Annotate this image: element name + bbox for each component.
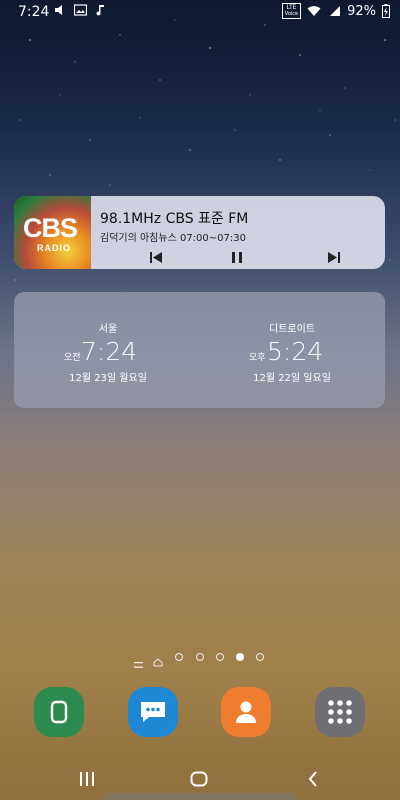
wifi-icon bbox=[307, 6, 321, 16]
volte-bottom-label: Voice bbox=[284, 11, 299, 17]
logo-subtext: RADIO bbox=[37, 243, 71, 253]
back-icon bbox=[308, 771, 317, 787]
image-icon bbox=[74, 4, 87, 16]
clock-time-detroit: 5:24 bbox=[267, 337, 324, 366]
previous-button[interactable] bbox=[148, 251, 164, 263]
message-bubble-icon bbox=[141, 702, 165, 722]
page-dot[interactable] bbox=[196, 653, 204, 661]
gesture-handle bbox=[104, 793, 296, 800]
clock-ampm-detroit: 오후 bbox=[249, 353, 266, 363]
battery-charging-icon bbox=[382, 4, 390, 18]
system-status-icons: LTE Voice 92% bbox=[281, 3, 390, 19]
radio-media-widget[interactable]: CBS RADIO 98.1MHz CBS 표준 FM 김덕기의 아침뉴스 07… bbox=[14, 196, 385, 269]
dual-clock-widget[interactable]: 서울 오전 7:24 12월 23일 월요일 디트로이트 오후 5:24 12월… bbox=[14, 292, 385, 408]
home-button[interactable] bbox=[184, 766, 214, 792]
home-icon bbox=[190, 771, 208, 787]
pause-button[interactable] bbox=[229, 251, 245, 263]
notification-icons bbox=[54, 4, 105, 16]
page-dot[interactable] bbox=[175, 653, 183, 661]
program-subtitle: 김덕기의 아침뉴스 07:00~07:30 bbox=[100, 233, 246, 244]
status-time: 7:24 bbox=[18, 4, 50, 20]
logo-text: CBS bbox=[23, 213, 78, 243]
page-dot[interactable] bbox=[216, 653, 224, 661]
station-logo[interactable]: CBS RADIO bbox=[14, 196, 91, 269]
person-icon bbox=[236, 701, 256, 723]
signal-icon bbox=[330, 6, 341, 16]
clock-date-seoul: 12월 23일 월요일 bbox=[69, 373, 147, 384]
pause-icon bbox=[232, 251, 242, 263]
page-dot-active[interactable] bbox=[236, 653, 244, 661]
contacts-app[interactable] bbox=[221, 687, 271, 737]
messages-app[interactable] bbox=[128, 687, 178, 737]
recents-icon bbox=[80, 772, 94, 786]
status-bar: 7:24 LTE Voice 92% bbox=[0, 0, 400, 24]
music-note-icon bbox=[96, 5, 104, 16]
apps-drawer[interactable] bbox=[315, 687, 365, 737]
clock-city-detroit: 디트로이트 bbox=[269, 324, 315, 335]
volume-icon bbox=[55, 5, 62, 15]
clock-date-detroit: 12월 22일 일요일 bbox=[253, 373, 331, 384]
clock-ampm-seoul: 오전 bbox=[64, 353, 81, 363]
page-dot[interactable] bbox=[256, 653, 264, 661]
next-icon bbox=[328, 251, 340, 263]
apps-grid-icon bbox=[328, 700, 352, 724]
home-page-icon[interactable] bbox=[153, 652, 163, 671]
station-title: 98.1MHz CBS 표준 FM bbox=[100, 211, 249, 227]
phone-icon bbox=[50, 700, 68, 724]
page-indicator[interactable] bbox=[0, 650, 400, 668]
back-button[interactable] bbox=[298, 766, 328, 792]
menu-lines-icon[interactable] bbox=[134, 654, 143, 673]
clock-city-seoul: 서울 bbox=[98, 324, 118, 335]
clock-time-seoul: 7:24 bbox=[81, 337, 138, 366]
phone-app[interactable] bbox=[34, 687, 84, 737]
next-button[interactable] bbox=[326, 251, 342, 263]
volte-icon: LTE Voice bbox=[281, 3, 302, 19]
previous-icon bbox=[150, 251, 162, 263]
recents-button[interactable] bbox=[72, 766, 102, 792]
battery-percent: 92% bbox=[347, 3, 376, 19]
